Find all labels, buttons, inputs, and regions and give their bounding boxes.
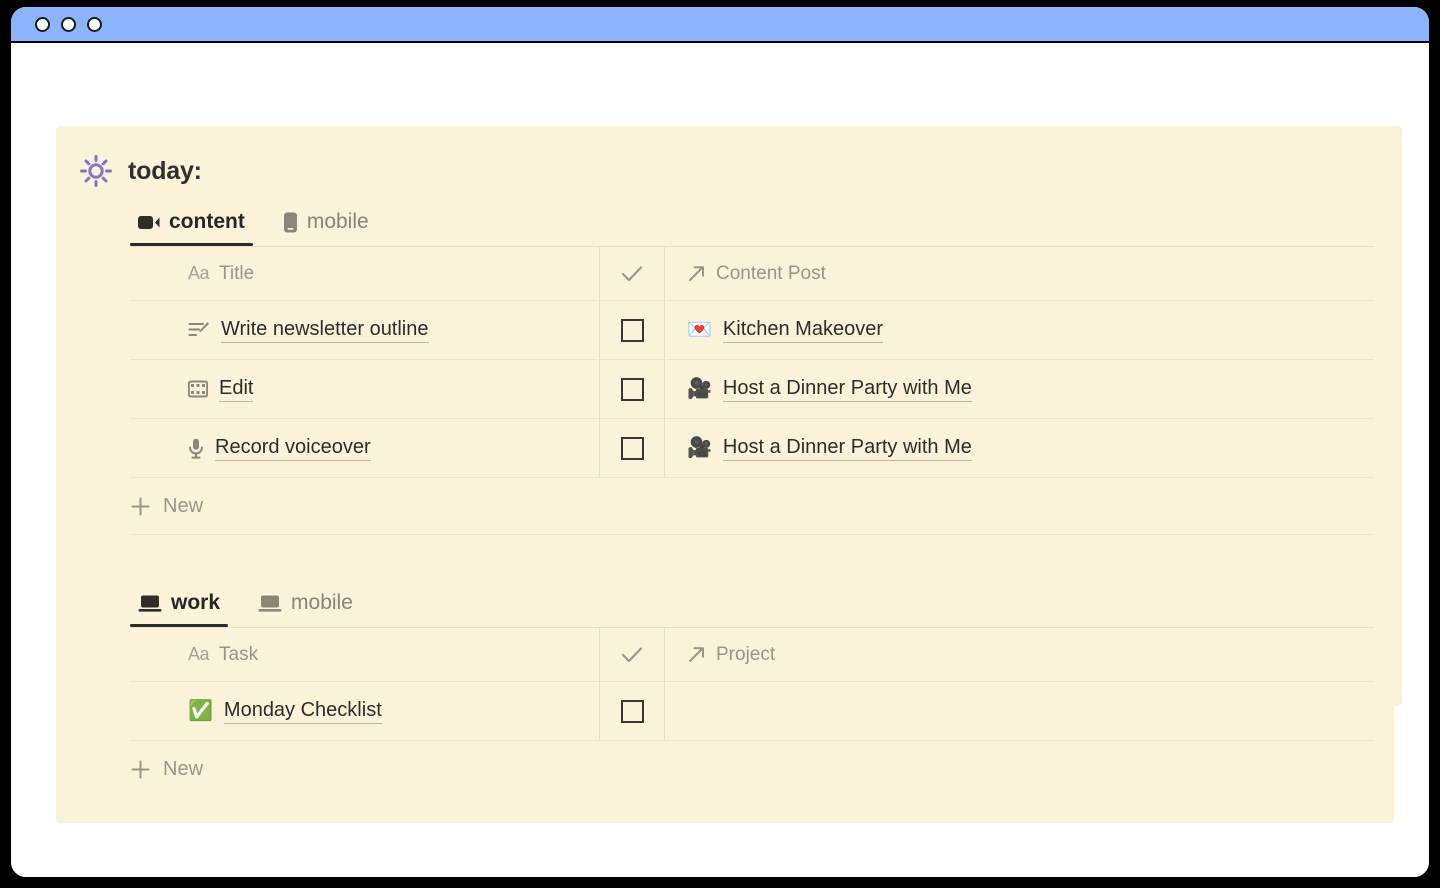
work-table-header: Aa Task Project	[130, 628, 1374, 682]
column-header-content-post[interactable]: Content Post	[665, 247, 1374, 300]
sun-icon	[78, 153, 114, 189]
content-table-header: Aa Title Content Post	[130, 247, 1374, 301]
row-title-link-write-newsletter-outline[interactable]: Write newsletter outline	[188, 318, 429, 343]
row-title-link-monday-checklist[interactable]: ✅ Monday Checklist	[188, 699, 382, 724]
cell-title: ✅ Monday Checklist	[130, 682, 600, 740]
white-check-mark-emoji: ✅	[188, 700, 213, 722]
cell-relation: 💌 Kitchen Makeover	[665, 301, 1374, 359]
phone-icon	[283, 212, 298, 233]
column-header-done[interactable]	[600, 628, 665, 681]
column-header-done[interactable]	[600, 247, 665, 300]
laptop-icon	[138, 594, 162, 613]
row-checkbox[interactable]	[620, 699, 644, 723]
note-edit-icon	[188, 320, 210, 340]
column-header-title[interactable]: Aa Title	[130, 247, 600, 300]
row-checkbox[interactable]	[620, 318, 644, 342]
row-title-link-edit[interactable]: Edit	[188, 377, 254, 402]
cell-relation[interactable]	[665, 682, 1374, 740]
tab-mobile-work-label: mobile	[291, 591, 353, 614]
minimize-dot[interactable]	[61, 16, 76, 32]
note-header: today:	[56, 126, 1394, 189]
video-camera-icon	[138, 214, 160, 231]
column-header-project[interactable]: Project	[665, 628, 1374, 681]
cell-checkbox	[600, 682, 665, 740]
window-body: today: content mobile Aa Title Content P…	[11, 43, 1429, 877]
card-bottom-padding	[56, 797, 1394, 823]
relation-label: Host a Dinner Party with Me	[722, 436, 972, 461]
content-table: Aa Title Content Post Write newsletter o…	[130, 246, 1374, 535]
tab-content-label: content	[169, 210, 245, 233]
column-header-task[interactable]: Aa Task	[130, 628, 600, 681]
column-header-content-post-label: Content Post	[716, 262, 826, 284]
cell-checkbox	[600, 360, 665, 418]
film-strip-icon	[188, 380, 208, 398]
relation-link-kitchen-makeover[interactable]: 💌 Kitchen Makeover	[687, 318, 883, 343]
row-title-label: Record voiceover	[215, 436, 371, 461]
column-header-title-label: Title	[219, 262, 255, 284]
content-new-row[interactable]: New	[130, 478, 1374, 535]
relation-label: Kitchen Makeover	[722, 318, 883, 343]
tab-mobile-work[interactable]: mobile	[250, 591, 361, 627]
laptop-icon	[258, 594, 282, 613]
table-row: Edit 🎥 Host a Dinner Party with Me	[130, 360, 1374, 419]
cell-relation: 🎥 Host a Dinner Party with Me	[665, 360, 1374, 418]
work-section-tabs: work mobile	[130, 591, 1394, 627]
window-titlebar	[11, 7, 1429, 43]
row-checkbox[interactable]	[620, 436, 644, 460]
column-header-task-label: Task	[219, 643, 259, 665]
row-title-label: Write newsletter outline	[221, 318, 429, 343]
table-row: Write newsletter outline 💌 Kitchen Makeo…	[130, 301, 1374, 360]
cell-checkbox	[600, 419, 665, 477]
content-section-tabs: content mobile	[130, 210, 1394, 246]
cell-title: Write newsletter outline	[130, 301, 600, 359]
check-icon	[621, 646, 643, 664]
tab-work[interactable]: work	[130, 591, 229, 627]
movie-camera-emoji: 🎥	[687, 378, 712, 400]
content-new-row-label: New	[163, 494, 204, 517]
aa-text-icon: Aa	[188, 644, 210, 664]
row-title-link-record-voiceover[interactable]: Record voiceover	[188, 436, 371, 461]
close-dot[interactable]	[35, 16, 50, 32]
aa-text-icon: Aa	[188, 263, 210, 283]
column-header-project-label: Project	[716, 643, 776, 665]
maximize-dot[interactable]	[87, 16, 102, 32]
relation-link-host-a-dinner-party-with-me[interactable]: 🎥 Host a Dinner Party with Me	[687, 377, 972, 402]
relation-link-host-a-dinner-party-with-me[interactable]: 🎥 Host a Dinner Party with Me	[687, 436, 972, 461]
work-table: Aa Task Project ✅ Monday Checklist New	[130, 627, 1374, 797]
cell-checkbox	[600, 301, 665, 359]
movie-camera-emoji: 🎥	[687, 437, 712, 459]
relation-label: Host a Dinner Party with Me	[722, 377, 972, 402]
tab-mobile-content-label: mobile	[306, 210, 369, 233]
work-new-row-label: New	[163, 757, 204, 780]
row-checkbox[interactable]	[620, 377, 644, 401]
cell-title: Edit	[130, 360, 600, 418]
tab-content[interactable]: content	[130, 210, 253, 246]
cell-title: Record voiceover	[130, 419, 600, 477]
table-row: ✅ Monday Checklist	[130, 682, 1374, 741]
tab-mobile-content[interactable]: mobile	[275, 210, 377, 246]
page-title: today:	[128, 156, 202, 185]
microphone-icon	[188, 438, 204, 459]
arrow-up-right-icon	[687, 264, 706, 283]
note-card: today: content mobile Aa Title Content P…	[56, 126, 1394, 823]
app-window: today: content mobile Aa Title Content P…	[8, 4, 1432, 880]
work-new-row[interactable]: New	[130, 741, 1374, 797]
tab-work-label: work	[171, 591, 221, 614]
love-letter-emoji: 💌	[687, 319, 712, 341]
table-row: Record voiceover 🎥 Host a Dinner Party w…	[130, 419, 1374, 478]
row-title-label: Edit	[219, 377, 254, 402]
plus-icon	[130, 759, 151, 780]
row-title-label: Monday Checklist	[223, 699, 382, 724]
cell-relation: 🎥 Host a Dinner Party with Me	[665, 419, 1374, 477]
plus-icon	[130, 496, 151, 517]
check-icon	[621, 265, 643, 283]
arrow-up-right-icon	[687, 645, 706, 664]
